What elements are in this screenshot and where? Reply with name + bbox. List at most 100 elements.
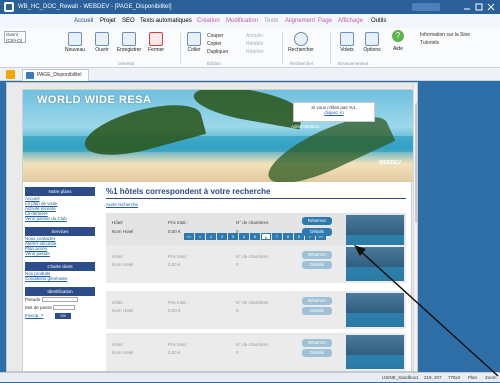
pager-item[interactable]: 6	[261, 233, 271, 240]
menu-outils[interactable]: Outils	[371, 14, 386, 28]
pager-item[interactable]: 2	[217, 233, 227, 240]
result-row: Hôtel Prix total : N° de chambres Nom Ho…	[106, 245, 406, 283]
pager-item[interactable]: 5	[250, 233, 260, 240]
pager-item[interactable]: >>	[316, 233, 326, 240]
click-here-link[interactable]: cliquez ici	[294, 110, 374, 115]
help-button[interactable]: Aide	[388, 46, 408, 52]
paste-button[interactable]: Coller	[184, 32, 204, 53]
scrollbar-thumb[interactable]	[415, 103, 417, 223]
group-environment: Environnement	[338, 61, 369, 66]
maximize-button[interactable]	[474, 3, 484, 11]
minimize-button[interactable]	[462, 3, 472, 11]
pager-item[interactable]: 8	[283, 233, 293, 240]
pager-item[interactable]: 1	[206, 233, 216, 240]
new-search-link[interactable]: Autre recherche	[106, 202, 406, 210]
sidebar-link[interactable]: Conditions générales	[25, 276, 95, 281]
copy-button[interactable]: Copier	[207, 41, 222, 47]
rooms-label: N° de chambres	[236, 220, 269, 225]
price-label: Prix total :	[168, 254, 189, 259]
register-link[interactable]: Inscrip. ?	[25, 313, 43, 318]
webdev-logo-icon	[4, 2, 14, 12]
details-button[interactable]: Détails	[302, 307, 332, 315]
pager-item[interactable]: 7	[272, 233, 282, 240]
options-icon	[365, 32, 379, 46]
hotel-name: Nom Hotel	[112, 350, 134, 355]
pager-item[interactable]: >	[305, 233, 315, 240]
title-search-box[interactable]	[412, 3, 440, 11]
editor-canvas[interactable]: WORLD WIDE RESA Si vous n'êtes pas %1, c…	[6, 82, 418, 372]
menu-accueil[interactable]: Accueil	[74, 14, 93, 28]
folder-icon	[95, 32, 109, 46]
menu-seo[interactable]: SEO	[122, 14, 135, 28]
pager-item[interactable]: 4	[239, 233, 249, 240]
info-link[interactable]: Information sur la Sine	[420, 32, 470, 38]
new-button[interactable]: Nouveau	[62, 32, 88, 53]
pager: << <1 2 3 4 5 6 7 8 9 > >>	[184, 233, 326, 240]
login-tooltip: Si vous n'êtes pas %1, cliquez ici	[293, 102, 375, 122]
menu-creation[interactable]: Création	[197, 14, 220, 28]
menu-projet[interactable]: Projet	[100, 14, 116, 28]
menu-texte[interactable]: Texte	[264, 14, 278, 28]
close-doc-button[interactable]: Fermer	[145, 32, 167, 53]
reserve-button[interactable]: Réserver	[302, 251, 332, 259]
menu-alignement[interactable]: Alignement	[285, 14, 315, 28]
hotel-label: Hôtel	[112, 342, 123, 347]
ok-button[interactable]: OK	[55, 313, 72, 319]
reserve-button[interactable]: Réserver	[302, 339, 332, 347]
panes-button[interactable]: Volets	[336, 32, 358, 53]
pager-item[interactable]: <	[195, 233, 205, 240]
price-label: Prix total :	[168, 220, 189, 225]
help-icon[interactable]: ?	[392, 30, 404, 42]
redo-button[interactable]: Rétablir	[246, 41, 263, 47]
clipboard-icon	[187, 32, 201, 46]
pager-item[interactable]: <<	[184, 233, 194, 240]
options-button[interactable]: Options	[360, 32, 384, 53]
pager-item[interactable]: 3	[228, 233, 238, 240]
new-document-icon	[68, 32, 82, 46]
menu-texts[interactable]: Texts automatiques	[140, 14, 192, 28]
details-button[interactable]: Détails	[302, 349, 332, 357]
hotel-label: Hôtel	[112, 254, 123, 259]
close-button[interactable]	[486, 3, 496, 11]
window-title: WB_HC_DOC_Rewalt - WEBDEV - [PAGE_Dispon…	[18, 4, 172, 10]
menu-affichage[interactable]: Affichage	[338, 14, 363, 28]
status-bar: USINE_Sandbox1 219, 207 778x2 Plan Zoom	[0, 372, 500, 382]
title-bar: WB_HC_DOC_Rewalt - WEBDEV - [PAGE_Dispon…	[0, 0, 500, 14]
separator	[282, 32, 283, 64]
hotel-label: Hôtel	[112, 300, 123, 305]
undo-button[interactable]: Annuler	[246, 33, 263, 39]
reserve-button[interactable]: Réserver	[302, 217, 332, 225]
menu-modification[interactable]: Modification	[226, 14, 258, 28]
sidebar-link[interactable]: Venir passer du Club	[25, 216, 95, 221]
administration-link[interactable]: Administration	[291, 124, 320, 129]
details-button[interactable]: Détails	[302, 261, 332, 269]
rooms-value: 0	[236, 262, 239, 267]
password-input[interactable]	[53, 305, 76, 311]
tutorials-link[interactable]: Tutoriels	[420, 40, 439, 46]
ribbon: Ouvrir (Ctrl+O) Nouveau Ouvrir Enregistr…	[0, 28, 500, 68]
result-row: Hôtel Prix total : N° de chambres Nom Ho…	[106, 291, 406, 329]
pager-item[interactable]: 9	[294, 233, 304, 240]
rooms-label: N° de chambres	[236, 254, 269, 259]
save-button[interactable]: Enregistrer	[114, 32, 144, 53]
sidebar-link[interactable]: Venir passer	[25, 251, 95, 256]
search-button[interactable]: Rechercher	[286, 32, 316, 53]
search-icon	[294, 32, 308, 46]
palm-leaf	[191, 90, 305, 130]
hotel-photo	[346, 215, 404, 249]
repeat-button[interactable]: Répéter	[246, 49, 264, 55]
menu-page[interactable]: Page	[318, 14, 332, 28]
user-label: Pseudo	[25, 297, 41, 302]
user-input[interactable]	[41, 297, 78, 303]
open-button[interactable]: Ouvrir	[90, 32, 114, 53]
project-icon[interactable]	[6, 70, 15, 79]
cut-button[interactable]: Couper	[207, 33, 223, 39]
tab-page-disponibilite[interactable]: PAGE_DisponibiliteI	[22, 69, 89, 81]
duplicate-button[interactable]: Dupliquer	[207, 49, 228, 55]
hotel-photo	[346, 335, 404, 369]
sidebar-header: Identification	[25, 287, 95, 296]
hotel-name: Nom Hotel	[112, 308, 134, 313]
reserve-button[interactable]: Réserver	[302, 297, 332, 305]
panes-icon	[340, 32, 354, 46]
vertical-scrollbar[interactable]	[413, 83, 417, 371]
